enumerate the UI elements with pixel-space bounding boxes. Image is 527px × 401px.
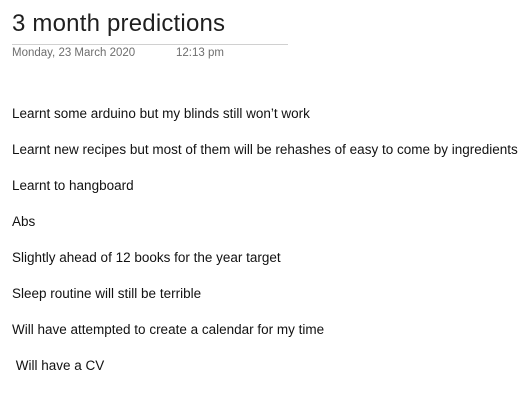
page-title[interactable]: 3 month predictions bbox=[12, 10, 225, 38]
page-time: 12:13 pm bbox=[176, 47, 224, 59]
note-line[interactable]: Learnt new recipes but most of them will… bbox=[12, 140, 522, 176]
note-line[interactable]: Slightly ahead of 12 books for the year … bbox=[12, 248, 522, 284]
note-line[interactable]: Will have attempted to create a calendar… bbox=[12, 320, 522, 356]
note-page: 3 month predictions Monday, 23 March 202… bbox=[0, 0, 527, 401]
note-line[interactable]: Will have a CV bbox=[12, 356, 522, 392]
note-line[interactable]: Sleep routine will still be terrible bbox=[12, 284, 522, 320]
note-line[interactable]: Learnt some arduino but my blinds still … bbox=[12, 104, 522, 140]
note-line[interactable]: Learnt to hangboard bbox=[12, 176, 522, 212]
title-divider bbox=[12, 44, 288, 45]
note-body[interactable]: Learnt some arduino but my blinds still … bbox=[12, 104, 522, 392]
note-line[interactable]: Abs bbox=[12, 212, 522, 248]
page-date: Monday, 23 March 2020 bbox=[12, 47, 136, 59]
